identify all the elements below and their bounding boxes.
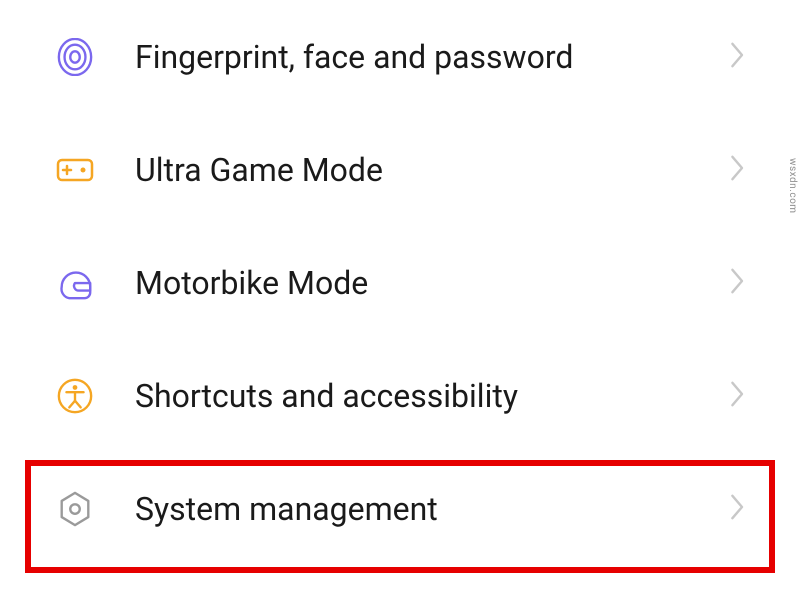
settings-item-label: Ultra Game Mode bbox=[135, 151, 730, 189]
settings-item-label: System management bbox=[135, 490, 730, 528]
settings-item-motorbike[interactable]: Motorbike Mode bbox=[0, 226, 800, 339]
settings-item-label: Shortcuts and accessibility bbox=[135, 377, 730, 415]
chevron-right-icon bbox=[730, 40, 750, 74]
settings-item-ultra-game[interactable]: Ultra Game Mode bbox=[0, 113, 800, 226]
gamepad-icon bbox=[55, 150, 95, 190]
chevron-right-icon bbox=[730, 492, 750, 526]
settings-item-label: Fingerprint, face and password bbox=[135, 38, 730, 76]
chevron-right-icon bbox=[730, 266, 750, 300]
watermark: wsxdn.com bbox=[787, 158, 798, 214]
gear-hex-icon bbox=[55, 489, 95, 529]
settings-item-label: Motorbike Mode bbox=[135, 264, 730, 302]
chevron-right-icon bbox=[730, 379, 750, 413]
settings-item-system[interactable]: System management bbox=[0, 452, 800, 565]
helmet-icon bbox=[55, 263, 95, 303]
settings-list: Fingerprint, face and password Ultra Gam… bbox=[0, 0, 800, 565]
settings-item-fingerprint[interactable]: Fingerprint, face and password bbox=[0, 0, 800, 113]
chevron-right-icon bbox=[730, 153, 750, 187]
fingerprint-icon bbox=[55, 37, 95, 77]
settings-item-shortcuts[interactable]: Shortcuts and accessibility bbox=[0, 339, 800, 452]
accessibility-icon bbox=[55, 376, 95, 416]
